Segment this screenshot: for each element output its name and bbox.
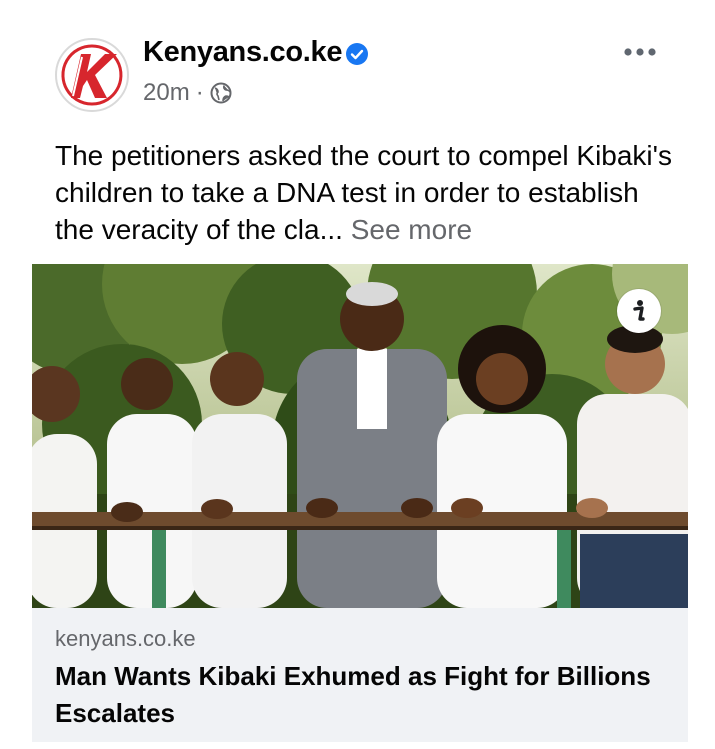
see-more-link[interactable]: See more — [351, 214, 472, 245]
kenyans-logo-icon — [59, 42, 125, 108]
post-caption: The petitioners asked the court to compe… — [55, 137, 675, 248]
link-title[interactable]: Man Wants Kibaki Exhumed as Fight for Bi… — [55, 658, 655, 732]
link-domain: kenyans.co.ke — [55, 626, 196, 651]
page-name[interactable]: Kenyans.co.ke — [143, 36, 343, 69]
more-options-icon — [624, 48, 656, 56]
post-time[interactable]: 20m — [143, 79, 190, 107]
page-avatar[interactable] — [55, 38, 129, 112]
verified-badge-icon — [346, 43, 368, 65]
post-header: Kenyans.co.ke 20m · — [0, 0, 715, 130]
post-meta: 20m · — [143, 79, 232, 107]
meta-separator: · — [195, 79, 204, 106]
info-icon — [633, 300, 645, 321]
family-photo — [32, 264, 688, 608]
globe-icon[interactable] — [210, 82, 232, 104]
info-button[interactable] — [617, 289, 661, 333]
link-preview-image[interactable] — [32, 264, 688, 608]
link-preview-card[interactable]: kenyans.co.ke Man Wants Kibaki Exhumed a… — [32, 608, 688, 742]
more-options-button[interactable] — [620, 38, 660, 66]
